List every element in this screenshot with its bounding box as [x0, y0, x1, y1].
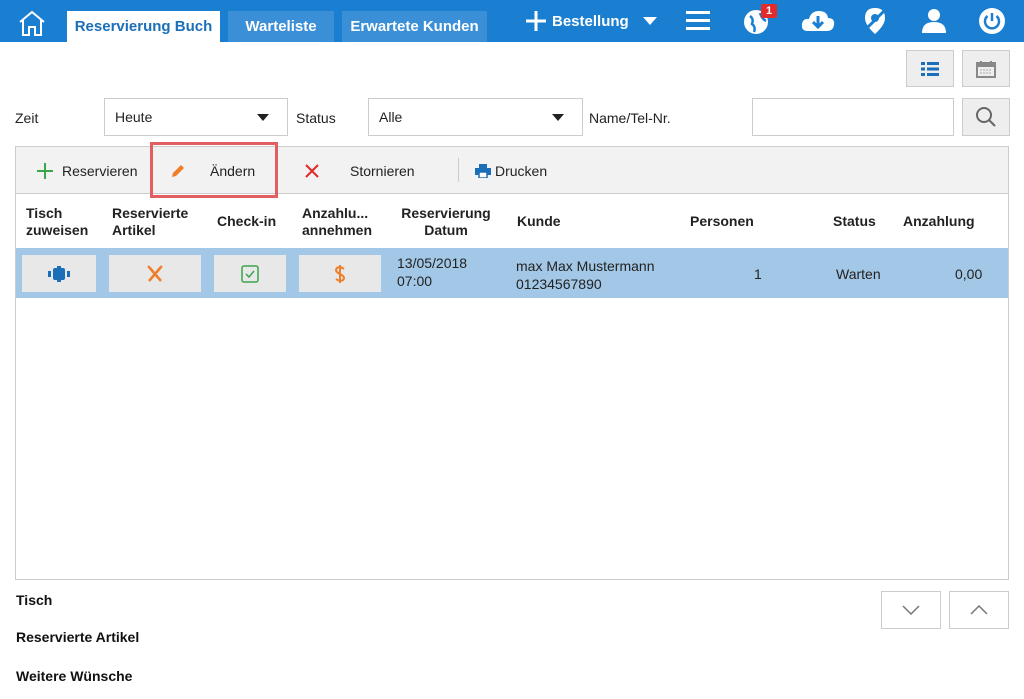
reservieren-button[interactable]: Reservieren: [36, 147, 137, 194]
column-header-artikel[interactable]: Reservierte Artikel: [112, 205, 204, 239]
action-toolbar: Reservieren Ändern Stornieren Drucken: [16, 142, 1008, 198]
table-icon: [48, 265, 70, 282]
search-button[interactable]: [962, 98, 1010, 136]
drucken-button[interactable]: Drucken: [475, 147, 547, 194]
column-header-tisch[interactable]: Tisch zuweisen: [26, 205, 96, 239]
reservation-date: 13/05/2018: [397, 255, 468, 271]
menu-icon[interactable]: [682, 5, 716, 37]
location-off-icon[interactable]: [858, 5, 892, 37]
highlight-box: [150, 142, 278, 198]
drucken-label: Drucken: [495, 162, 548, 179]
column-header-personen[interactable]: Personen: [690, 213, 754, 230]
column-header-checkin[interactable]: Check-in: [217, 213, 276, 230]
calendar-view-button[interactable]: [962, 50, 1010, 87]
check-in-button[interactable]: [214, 255, 286, 292]
detail-tisch-heading: Tisch: [16, 592, 53, 608]
notification-badge: 1: [761, 4, 777, 18]
power-icon[interactable]: [975, 5, 1009, 37]
stornieren-label: Stornieren: [350, 162, 415, 179]
tab-reservierung-buch[interactable]: Reservierung Buch: [67, 11, 220, 42]
reservieren-label: Reservieren: [62, 162, 138, 179]
list-view-button[interactable]: [906, 50, 954, 87]
customer-name: max Max Mustermann: [516, 258, 655, 274]
stornieren-button[interactable]: Stornieren: [304, 147, 415, 194]
dollar-icon: [335, 264, 345, 283]
column-header-status[interactable]: Status: [833, 213, 876, 230]
cutlery-icon: [147, 264, 163, 282]
customer-phone: 01234567890: [516, 276, 602, 292]
search-input[interactable]: [752, 98, 954, 136]
chevron-down-icon: [902, 605, 920, 615]
reservation-status: Warten: [836, 266, 881, 282]
column-header-kunde[interactable]: Kunde: [517, 213, 561, 230]
reserved-items-button[interactable]: [109, 255, 201, 292]
deposit-amount: 0,00: [955, 266, 983, 282]
detail-wuensche-heading: Weitere Wünsche: [16, 668, 133, 684]
close-icon: [305, 163, 319, 178]
search-icon: [976, 107, 996, 127]
chevron-down-icon: [552, 114, 564, 121]
chevron-down-icon: [257, 114, 269, 121]
bestellung-label: Bestellung: [552, 12, 629, 30]
zeit-value: Heute: [115, 109, 153, 125]
list-icon: [921, 61, 939, 76]
checkbox-icon: [241, 264, 259, 283]
printer-icon: [475, 163, 491, 178]
accept-deposit-button[interactable]: [299, 255, 381, 292]
tab-erwartete-kunden[interactable]: Erwartete Kunden: [342, 11, 487, 42]
tab-warteliste[interactable]: Warteliste: [228, 11, 334, 42]
status-label: Status: [296, 110, 336, 126]
status-value: Alle: [379, 109, 403, 125]
reservation-panel: Reservieren Ändern Stornieren Drucken Ti…: [15, 142, 1009, 580]
scroll-down-button[interactable]: [881, 591, 941, 629]
home-icon[interactable]: [14, 8, 50, 38]
top-navigation-bar: Reservierung Buch Warteliste Erwartete K…: [0, 0, 1024, 42]
bestellung-button[interactable]: Bestellung: [524, 7, 657, 35]
calendar-icon: [976, 60, 996, 78]
user-icon[interactable]: [917, 5, 951, 37]
zeit-label: Zeit: [15, 110, 39, 126]
scroll-up-button[interactable]: [949, 591, 1009, 629]
column-header-anzahlung[interactable]: Anzahlung: [903, 213, 975, 230]
name-tel-label: Name/Tel-Nr.: [589, 110, 671, 126]
assign-table-button[interactable]: [22, 255, 96, 292]
zeit-select[interactable]: Heute: [104, 98, 288, 136]
cloud-download-icon[interactable]: [799, 5, 835, 37]
chevron-up-icon: [970, 605, 988, 615]
table-row[interactable]: 13/05/2018 07:00 max Max Mustermann 0123…: [16, 248, 1008, 298]
reservation-time: 07:00: [397, 273, 433, 289]
toolbar-divider: [458, 158, 459, 182]
column-header-datum[interactable]: Reservierung Datum: [396, 205, 496, 239]
detail-artikel-heading: Reservierte Artikel: [16, 629, 140, 645]
chevron-down-icon: [642, 17, 657, 25]
status-select[interactable]: Alle: [368, 98, 583, 136]
plus-icon: [37, 162, 53, 179]
persons-count: 1: [754, 266, 762, 282]
plus-icon: [526, 11, 546, 31]
column-header-anzahlung-annehmen[interactable]: Anzahlu... annehmen: [302, 205, 382, 239]
